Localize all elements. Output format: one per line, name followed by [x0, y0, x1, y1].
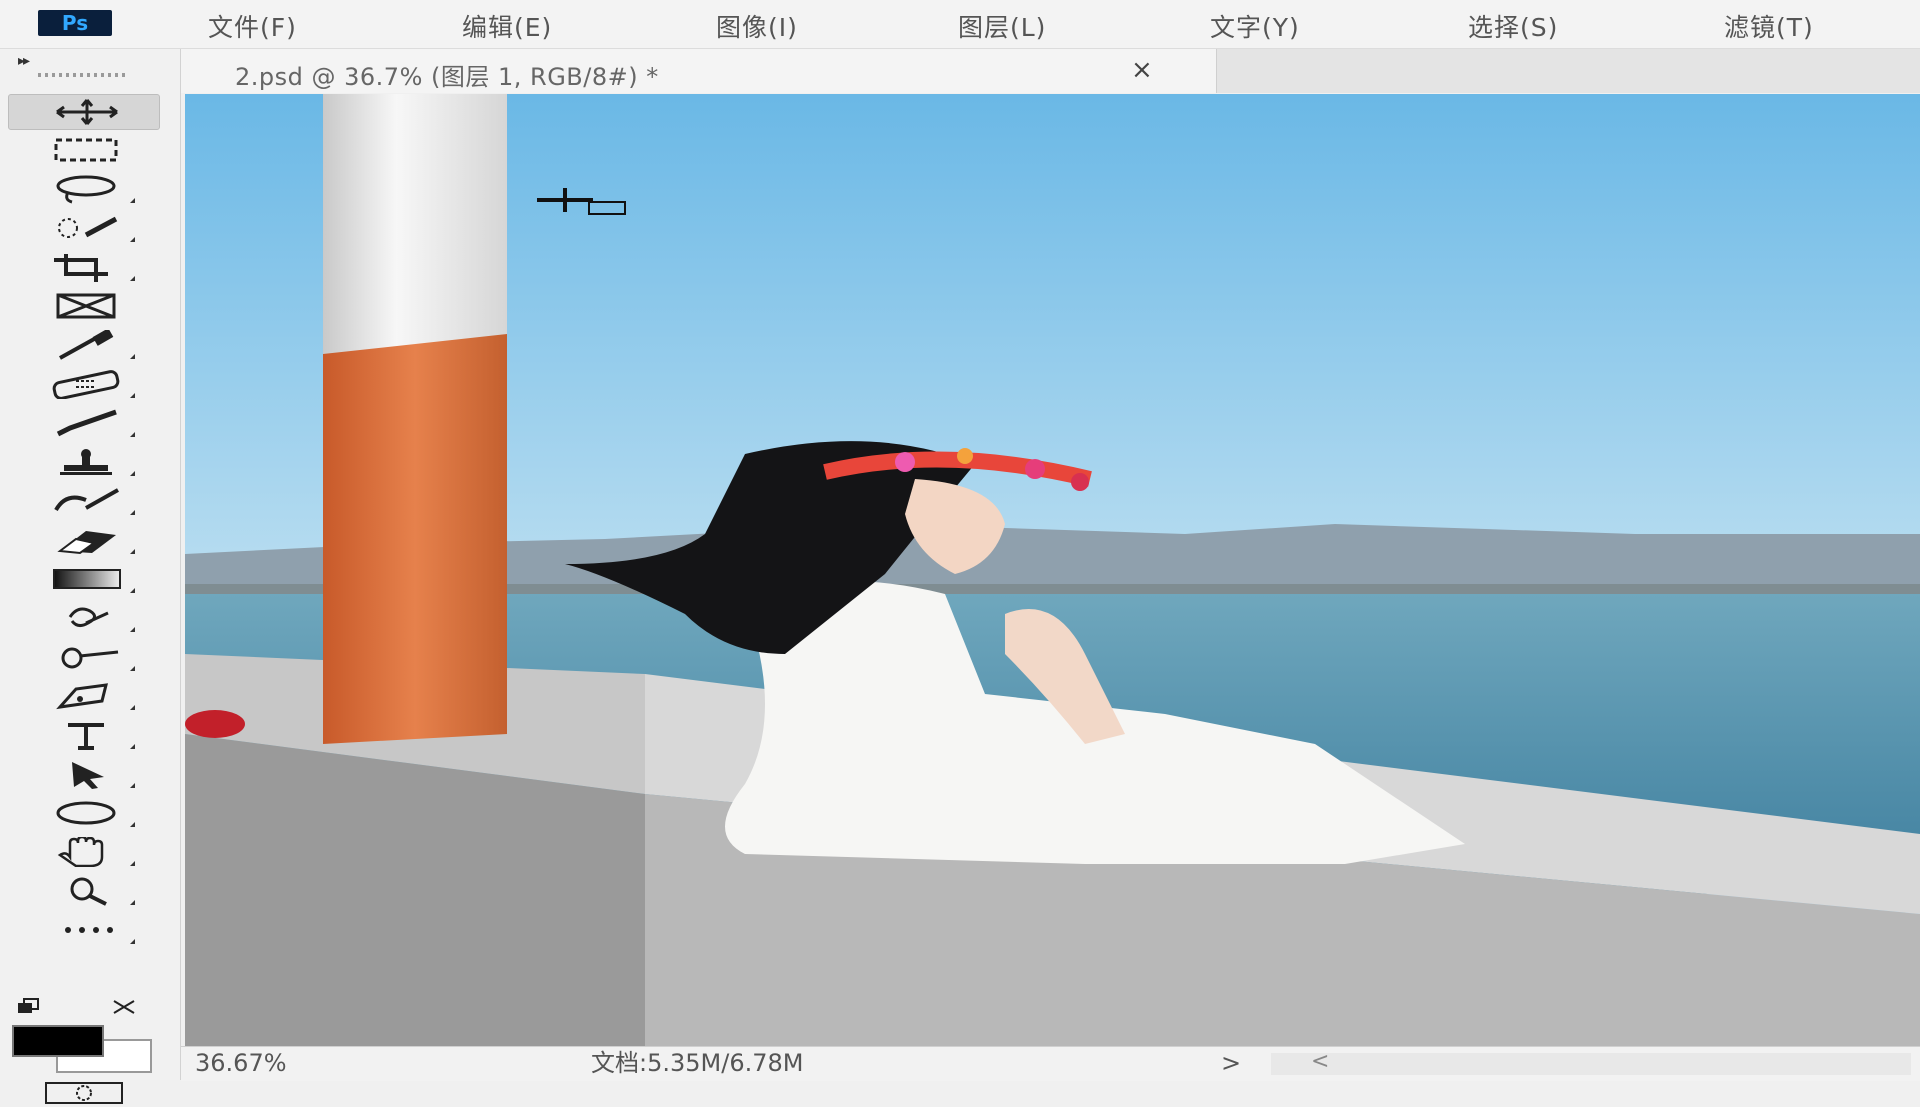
document-tab-bar: 2.psd @ 36.7% (图层 1, RGB/8#) * ×	[181, 49, 1920, 93]
gradient-tool[interactable]	[8, 562, 158, 596]
crop-icon	[54, 254, 108, 282]
menu-filter[interactable]: 滤镜(T)	[1724, 8, 1814, 44]
pen-tool[interactable]	[8, 679, 158, 713]
history-brush-icon	[54, 488, 119, 512]
ellipse-icon	[56, 801, 116, 825]
lasso-icon	[56, 175, 116, 204]
photo-scene	[185, 94, 1920, 1046]
hand-icon	[57, 837, 104, 867]
arrow-icon	[72, 762, 104, 789]
hand-tool[interactable]	[8, 835, 158, 869]
eyedropper-tool[interactable]	[8, 328, 158, 362]
lasso-tool[interactable]	[8, 172, 158, 206]
stamp-icon	[60, 449, 112, 475]
eraser-tool[interactable]	[8, 523, 158, 557]
quick-selection-icon	[58, 216, 118, 238]
marquee-tool[interactable]	[8, 133, 158, 167]
swap-colors-icon[interactable]	[14, 995, 144, 1021]
move-icon	[56, 99, 118, 125]
crop-tool[interactable]	[8, 250, 158, 284]
quick-mask-icon[interactable]	[44, 1081, 124, 1107]
move-tool[interactable]	[8, 94, 160, 130]
history-brush-tool[interactable]	[8, 484, 158, 518]
frame-icon	[56, 293, 116, 319]
close-icon[interactable]: ×	[1131, 55, 1153, 85]
menu-bar: Ps 文件(F) 编辑(E) 图像(I) 图层(L) 文字(Y) 选择(S) 滤…	[0, 0, 1920, 49]
clone-stamp-tool[interactable]	[8, 445, 158, 479]
blur-tool[interactable]	[8, 601, 158, 635]
menu-file[interactable]: 文件(F)	[208, 8, 297, 44]
dodge-icon	[61, 647, 119, 669]
gradient-icon	[53, 569, 121, 589]
dodge-tool[interactable]	[8, 640, 158, 674]
status-bar: 36.67% 文档:5.35M/6.78M > <	[181, 1046, 1920, 1081]
quick-selection-tool[interactable]	[8, 211, 158, 245]
scroll-left-icon[interactable]: <	[1311, 1049, 1329, 1074]
zoom-icon	[70, 877, 107, 906]
frame-tool[interactable]	[8, 289, 158, 323]
zoom-level-field[interactable]: 36.67%	[195, 1049, 395, 1077]
tools-panel: ▸▸	[0, 49, 181, 1104]
menu-select[interactable]: 选择(S)	[1468, 8, 1558, 44]
more-tools[interactable]	[8, 913, 158, 947]
document-tab-title: 2.psd @ 36.7% (图层 1, RGB/8#) *	[235, 63, 659, 91]
blur-icon	[68, 607, 109, 628]
path-selection-tool[interactable]	[8, 757, 158, 791]
status-menu-arrow-icon[interactable]: >	[1221, 1049, 1241, 1077]
rectangular-marquee-icon	[54, 138, 118, 162]
ellipse-tool[interactable]	[8, 796, 158, 830]
document-tab[interactable]: 2.psd @ 36.7% (图层 1, RGB/8#) * ×	[181, 49, 1217, 93]
eraser-icon	[57, 531, 116, 555]
healing-brush-tool[interactable]	[8, 367, 158, 401]
menu-type[interactable]: 文字(Y)	[1210, 8, 1300, 44]
document-canvas[interactable]	[185, 94, 1920, 1046]
bandage-icon	[52, 370, 120, 399]
foreground-color-swatch[interactable]	[12, 1025, 104, 1057]
photoshop-logo: Ps	[38, 10, 112, 36]
brush-tool[interactable]	[8, 406, 158, 440]
menu-edit[interactable]: 编辑(E)	[462, 8, 552, 44]
panel-collapse-icon[interactable]: ▸▸	[18, 53, 30, 69]
move-cursor-icon	[537, 188, 626, 215]
type-tool[interactable]	[8, 718, 158, 752]
menu-layer[interactable]: 图层(L)	[958, 8, 1046, 44]
type-icon	[68, 723, 104, 750]
pen-icon	[56, 683, 108, 710]
zoom-tool[interactable]	[8, 874, 158, 908]
document-size-info: 文档:5.35M/6.78M	[591, 1049, 804, 1077]
brush-icon	[56, 409, 117, 437]
eyedropper-icon	[59, 330, 114, 360]
more-icon	[65, 927, 113, 933]
horizontal-scrollbar[interactable]	[1271, 1053, 1911, 1075]
menu-image[interactable]: 图像(I)	[716, 8, 798, 44]
panel-grip[interactable]	[38, 73, 128, 77]
